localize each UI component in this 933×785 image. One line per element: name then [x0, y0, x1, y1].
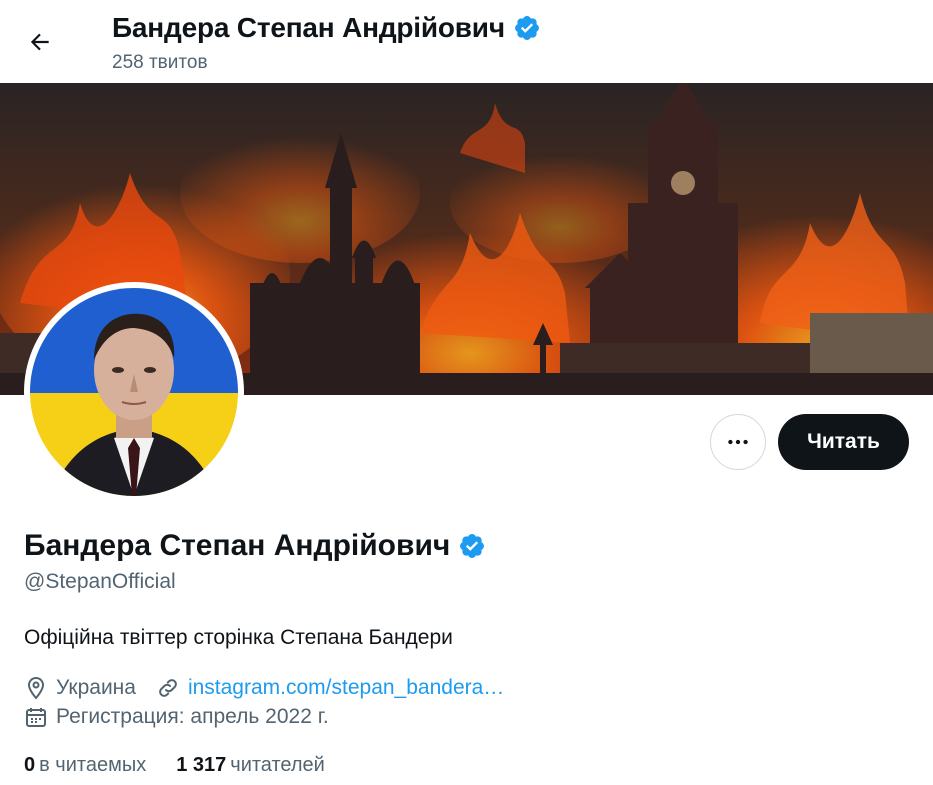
profile-handle: @StepanOfficial — [24, 570, 176, 593]
calendar-icon — [26, 708, 46, 727]
joined-text: Регистрация: апрель 2022 г. — [56, 705, 329, 728]
profile-bio: Офіційна твіттер сторінка Степана Бандер… — [24, 626, 453, 649]
following-stat[interactable]: 0в читаемых — [24, 754, 146, 777]
profile-joined: Регистрация: апрель 2022 г. — [24, 705, 329, 729]
profile-meta-row: Регистрация: апрель 2022 г. — [24, 705, 349, 729]
header-title-group: Бандера Степан Андрійович — [112, 10, 541, 46]
back-button[interactable] — [20, 22, 60, 62]
header-tweet-count: 258 твитов — [112, 52, 208, 73]
verified-badge-icon[interactable] — [458, 532, 486, 560]
profile-website[interactable]: instagram.com/stepan_bandera… — [156, 676, 504, 700]
profile-meta-row: Украина instagram.com/stepan_bandera… — [24, 676, 524, 700]
location-pin-icon — [27, 676, 45, 700]
more-dots-icon — [728, 439, 748, 445]
profile-avatar[interactable] — [24, 282, 244, 502]
header-title: Бандера Степан Андрійович — [112, 12, 505, 43]
arrow-left-icon — [30, 33, 49, 51]
follow-button[interactable]: Читать — [778, 414, 909, 470]
profile-stats: 0в читаемых 1 317 читателей — [24, 754, 355, 777]
followers-stat[interactable]: 1 317 читателей — [176, 754, 325, 777]
following-label: в читаемых — [39, 754, 147, 776]
following-count: 0 — [24, 754, 36, 776]
link-icon — [159, 679, 177, 697]
profile-name-group: Бандера Степан Андрійович — [24, 527, 486, 565]
followers-label: читателей — [230, 754, 325, 776]
avatar-portrait-image — [30, 288, 238, 496]
website-link[interactable]: instagram.com/stepan_bandera… — [188, 676, 504, 700]
followers-count: 1 317 — [176, 754, 227, 776]
location-text: Украина — [56, 676, 136, 699]
profile-location: Украина — [24, 676, 136, 700]
profile-header-bar: Бандера Степан Андрійович 258 твитов — [0, 0, 933, 83]
profile-name: Бандера Степан Андрійович — [24, 529, 451, 562]
verified-badge-icon — [514, 16, 539, 40]
more-options-button[interactable] — [710, 414, 766, 470]
